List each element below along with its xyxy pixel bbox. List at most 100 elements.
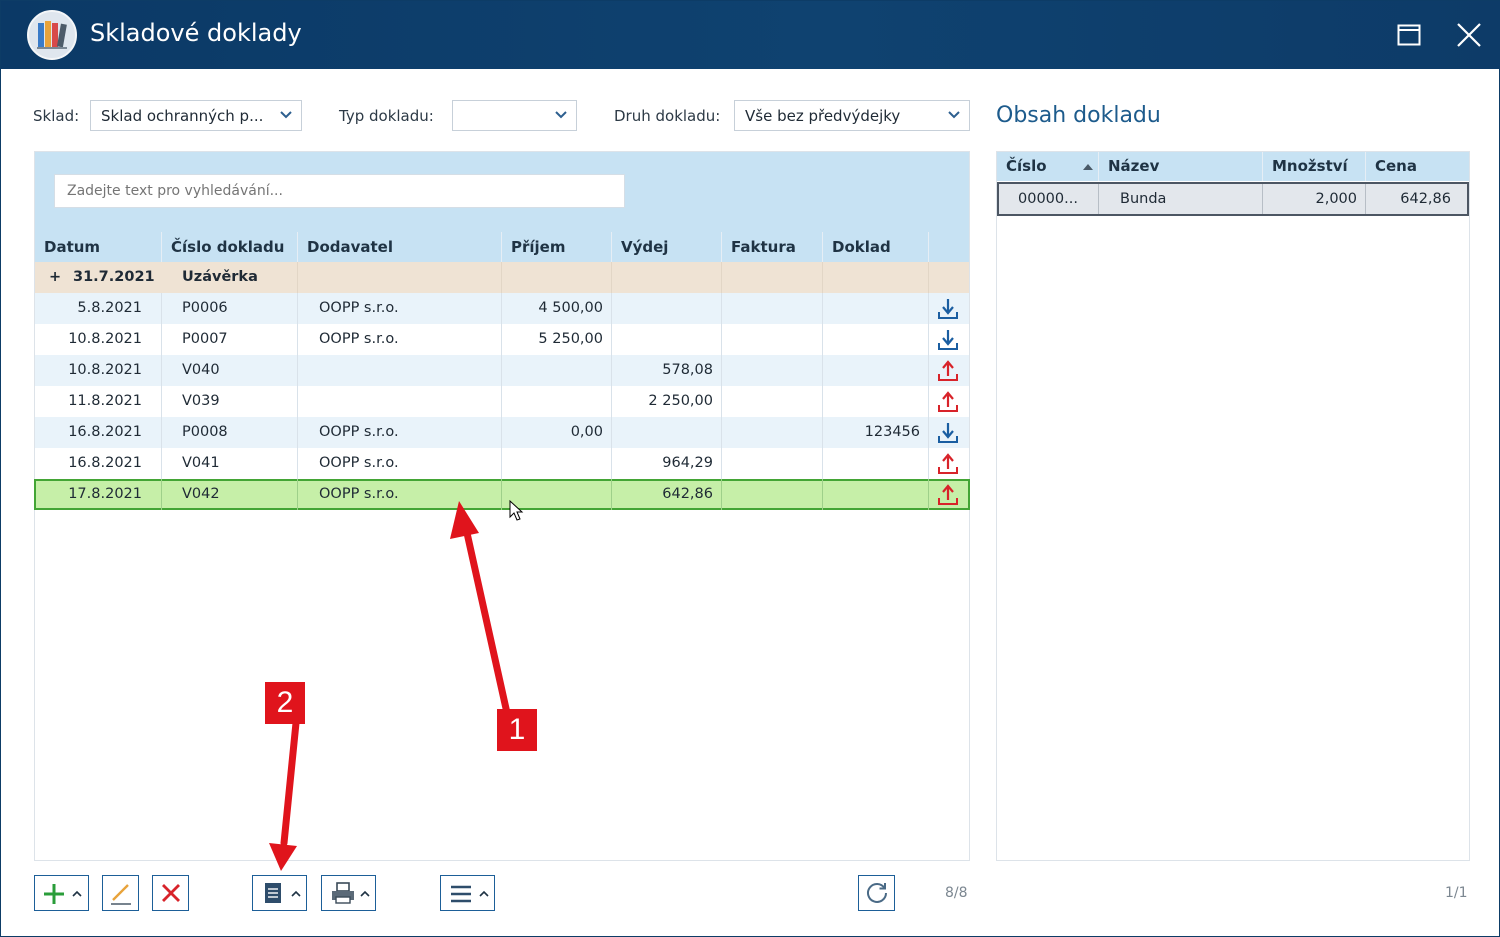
cell-doklad: 123456 bbox=[823, 417, 929, 448]
cell-datum: 11.8.2021 bbox=[35, 386, 162, 417]
cell-doklad bbox=[823, 479, 929, 510]
chevron-down-icon bbox=[280, 111, 292, 119]
cell-doklad bbox=[823, 386, 929, 417]
download-icon bbox=[938, 423, 958, 443]
chevron-up-icon bbox=[291, 890, 301, 897]
cell-dodavatel: OOPP s.r.o. bbox=[298, 417, 502, 448]
cell-vydej: 964,29 bbox=[612, 448, 722, 479]
cell-datum: 16.8.2021 bbox=[35, 448, 162, 479]
cell-doklad bbox=[823, 355, 929, 386]
druh-dokladu-select-value: Vše bez předvýdejky bbox=[745, 107, 901, 125]
col-header-dodavatel[interactable]: Dodavatel bbox=[298, 232, 502, 262]
cell-vydej bbox=[612, 417, 722, 448]
delete-x-icon bbox=[162, 884, 180, 902]
cell-dodavatel: OOPP s.r.o. bbox=[298, 479, 502, 510]
cell-dodavatel bbox=[298, 355, 502, 386]
col-header-prijem[interactable]: Příjem bbox=[502, 232, 612, 262]
obsah-cena: 642,86 bbox=[1400, 191, 1451, 207]
cell-prijem: 4 500,00 bbox=[502, 293, 612, 324]
col-header-cislo[interactable]: Číslo bbox=[997, 152, 1099, 181]
add-button[interactable] bbox=[34, 875, 89, 911]
druh-dokladu-select[interactable]: Vše bez předvýdejky bbox=[734, 100, 970, 131]
edit-button[interactable] bbox=[102, 875, 139, 911]
close-button[interactable] bbox=[1449, 15, 1489, 55]
cell-cislo-dokladu: P0008 bbox=[162, 417, 298, 448]
sklad-label: Sklad: bbox=[33, 107, 80, 125]
cell-doklad bbox=[823, 293, 929, 324]
col-header-cena[interactable]: Cena bbox=[1366, 152, 1469, 181]
chevron-up-icon bbox=[72, 890, 82, 897]
col-header-faktura[interactable]: Faktura bbox=[722, 232, 823, 262]
table-row-selected[interactable]: 17.8.2021 V042 OOPP s.r.o. 642,86 bbox=[34, 479, 970, 510]
chevron-up-icon bbox=[360, 890, 370, 897]
cell-dodavatel: OOPP s.r.o. bbox=[298, 293, 502, 324]
cell-faktura bbox=[722, 355, 823, 386]
search-input[interactable] bbox=[54, 174, 625, 208]
group-cell bbox=[722, 262, 823, 293]
cell-faktura bbox=[722, 448, 823, 479]
cell-datum: 16.8.2021 bbox=[35, 417, 162, 448]
obsah-nazev: Bunda bbox=[1099, 184, 1263, 214]
table-row[interactable]: 11.8.2021 V039 2 250,00 bbox=[35, 386, 969, 417]
cell-doklad bbox=[823, 324, 929, 355]
cell-prijem bbox=[502, 479, 612, 510]
col-header-nazev[interactable]: Název bbox=[1099, 152, 1263, 181]
grid-record-counter: 8/8 bbox=[945, 885, 968, 901]
document-button[interactable] bbox=[252, 875, 307, 911]
group-row-uzaverka[interactable]: + 31.7.2021 Uzávěrka bbox=[35, 262, 969, 293]
hamburger-menu-icon bbox=[451, 885, 471, 903]
col-header-cislo-dokladu[interactable]: Číslo dokladu bbox=[162, 232, 298, 262]
refresh-button[interactable] bbox=[858, 875, 895, 911]
cell-prijem: 0,00 bbox=[502, 417, 612, 448]
window: Skladové doklady Sklad: Sklad ochranných… bbox=[0, 0, 1500, 937]
sklad-select[interactable]: Sklad ochranných p... bbox=[90, 100, 302, 131]
obsah-cislo: 00000... bbox=[999, 184, 1099, 214]
group-cell bbox=[298, 262, 502, 293]
table-row[interactable]: 16.8.2021 P0008 OOPP s.r.o. 0,00 123456 bbox=[35, 417, 969, 448]
title-bar: Skladové doklady bbox=[1, 1, 1500, 69]
table-row[interactable]: 10.8.2021 P0007 OOPP s.r.o. 5 250,00 bbox=[35, 324, 969, 355]
pencil-icon bbox=[111, 884, 131, 905]
cell-datum: 10.8.2021 bbox=[35, 355, 162, 386]
cell-vydej bbox=[612, 324, 722, 355]
app-books-icon bbox=[27, 10, 77, 60]
window-title: Skladové doklady bbox=[90, 19, 302, 47]
col-header-vydej[interactable]: Výdej bbox=[612, 232, 722, 262]
close-icon bbox=[1457, 23, 1481, 47]
cell-dodavatel bbox=[298, 386, 502, 417]
cell-datum: 10.8.2021 bbox=[35, 324, 162, 355]
expand-icon[interactable]: + bbox=[49, 262, 69, 293]
upload-icon bbox=[938, 360, 958, 381]
cell-cislo-dokladu: P0007 bbox=[162, 324, 298, 355]
plus-icon bbox=[44, 884, 64, 904]
menu-button[interactable] bbox=[440, 875, 495, 911]
grid-header: Datum Číslo dokladu Dodavatel Příjem Výd… bbox=[35, 232, 969, 262]
chevron-down-icon bbox=[555, 111, 567, 119]
cell-prijem: 5 250,00 bbox=[502, 324, 612, 355]
cell-datum: 5.8.2021 bbox=[35, 293, 162, 324]
typ-dokladu-select[interactable] bbox=[452, 100, 577, 131]
col-header-doklad[interactable]: Doklad bbox=[823, 232, 929, 262]
cell-vydej: 578,08 bbox=[612, 355, 722, 386]
document-icon bbox=[265, 883, 281, 903]
table-row[interactable]: 5.8.2021 P0006 OOPP s.r.o. 4 500,00 bbox=[35, 293, 969, 324]
table-row[interactable]: 16.8.2021 V041 OOPP s.r.o. 964,29 bbox=[35, 448, 969, 479]
cell-prijem bbox=[502, 355, 612, 386]
obsah-dokladu-title: Obsah dokladu bbox=[996, 103, 1161, 128]
chevron-down-icon bbox=[948, 111, 960, 119]
print-button[interactable] bbox=[321, 875, 376, 911]
maximize-button[interactable] bbox=[1389, 15, 1429, 55]
group-cell bbox=[823, 262, 929, 293]
group-cell bbox=[612, 262, 722, 293]
col-header-mnozstvi[interactable]: Množství bbox=[1263, 152, 1366, 181]
obsah-row[interactable]: 00000... Bunda 2,000 642,86 bbox=[997, 182, 1469, 216]
cell-prijem bbox=[502, 448, 612, 479]
col-header-datum[interactable]: Datum bbox=[35, 232, 162, 262]
cell-prijem bbox=[502, 386, 612, 417]
delete-button[interactable] bbox=[152, 875, 189, 911]
annotation-badge-2: 2 bbox=[265, 682, 305, 724]
cell-dodavatel: OOPP s.r.o. bbox=[298, 448, 502, 479]
table-row[interactable]: 10.8.2021 V040 578,08 bbox=[35, 355, 969, 386]
cell-faktura bbox=[722, 386, 823, 417]
col-header-type bbox=[929, 232, 969, 262]
